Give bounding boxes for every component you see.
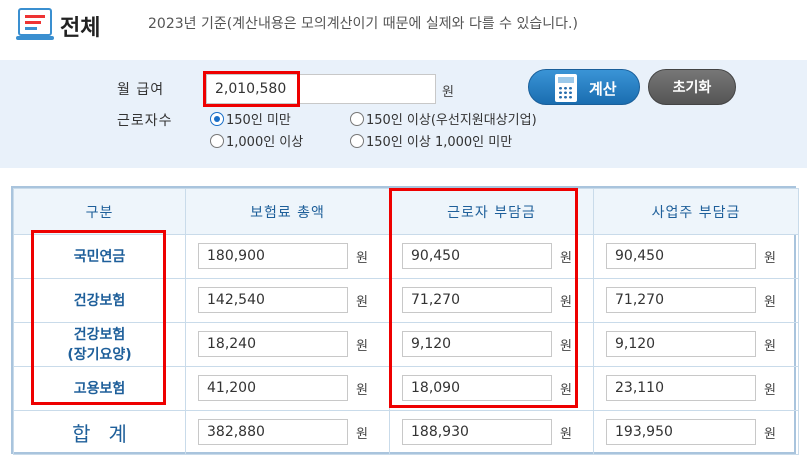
header-employee: 근로자 부담금 (389, 188, 594, 235)
won-unit: 원 (560, 295, 572, 310)
won-unit: 원 (764, 295, 776, 310)
employee-field[interactable] (402, 375, 552, 401)
total-field[interactable] (198, 375, 348, 401)
header-total: 보험료 총액 (185, 188, 390, 235)
sum-label: 합계 (13, 410, 186, 455)
radio-label: 150인 미만 (226, 113, 291, 128)
radio-under-150[interactable]: 150인 미만 (210, 109, 291, 128)
radio-label: 150인 이상(우선지원대상기업) (366, 113, 537, 128)
total-field[interactable] (198, 331, 348, 357)
won-unit: 원 (356, 427, 368, 442)
employee-field[interactable] (402, 243, 552, 269)
won-unit: 원 (560, 339, 572, 354)
total-field[interactable] (198, 287, 348, 313)
won-unit: 원 (764, 339, 776, 354)
sum-row: 합계 원 원 원 (13, 410, 799, 455)
table-row: 건강보험(장기요양) 원 원 원 (13, 322, 799, 367)
calculate-button[interactable]: 계산 (528, 69, 640, 105)
total-field[interactable] (198, 243, 348, 269)
calculate-button-label: 계산 (589, 81, 617, 98)
won-unit: 원 (356, 339, 368, 354)
table-header-row: 구분 보험료 총액 근로자 부담금 사업주 부담금 (13, 188, 799, 235)
employee-field[interactable] (402, 331, 552, 357)
header-employer: 사업주 부담금 (593, 188, 799, 235)
won-unit: 원 (356, 251, 368, 266)
table-row: 건강보험 원 원 원 (13, 278, 799, 323)
salary-won-unit: 원 (442, 85, 454, 100)
page-title: 전체 (60, 16, 101, 41)
table-row: 고용보험 원 원 원 (13, 366, 799, 411)
won-unit: 원 (560, 251, 572, 266)
calculator-icon (555, 74, 577, 102)
row-category: 고용보험 (13, 366, 186, 411)
employer-field[interactable] (606, 243, 756, 269)
employee-field[interactable] (402, 287, 552, 313)
radio-over-150-priority[interactable]: 150인 이상(우선지원대상기업) (350, 109, 537, 128)
header-bar: 전체 2023년 기준(계산내용은 모의계산이기 때문에 실제와 다를 수 있습… (0, 0, 807, 50)
row-category: 국민연금 (13, 234, 186, 279)
radio-over-1000[interactable]: 1,000인 이상 (210, 131, 303, 150)
result-table: 구분 보험료 총액 근로자 부담금 사업주 부담금 국민연금 원 원 원 건강보… (11, 186, 799, 455)
table-row: 국민연금 원 원 원 (13, 234, 799, 279)
employer-field[interactable] (606, 331, 756, 357)
won-unit: 원 (764, 251, 776, 266)
won-unit: 원 (560, 427, 572, 442)
sum-total-field[interactable] (198, 419, 348, 445)
radio-label: 1,000인 이상 (226, 135, 304, 150)
row-category: 건강보험 (13, 278, 186, 323)
won-unit: 원 (560, 383, 572, 398)
radio-unselected-icon (350, 111, 364, 126)
sum-employer-field[interactable] (606, 419, 756, 445)
radio-unselected-icon (210, 133, 224, 148)
radio-150-to-1000[interactable]: 150인 이상 1,000인 미만 (350, 131, 512, 150)
won-unit: 원 (356, 295, 368, 310)
workers-label: 근로자수 (117, 113, 173, 129)
won-unit: 원 (764, 427, 776, 442)
salary-label: 월 급여 (117, 82, 165, 98)
document-list-icon (16, 8, 54, 40)
radio-unselected-icon (350, 133, 364, 148)
salary-input[interactable] (206, 74, 436, 104)
sum-employee-field[interactable] (402, 419, 552, 445)
won-unit: 원 (356, 383, 368, 398)
row-category: 건강보험 (장기요양) (13, 322, 186, 367)
header-category: 구분 (13, 188, 186, 235)
radio-selected-icon (210, 111, 224, 126)
radio-label: 150인 이상 1,000인 미만 (366, 135, 513, 150)
won-unit: 원 (764, 383, 776, 398)
reset-button[interactable]: 초기화 (648, 69, 736, 105)
notice-text: 2023년 기준(계산내용은 모의계산이기 때문에 실제와 다를 수 있습니다.… (148, 16, 578, 32)
employer-field[interactable] (606, 287, 756, 313)
employer-field[interactable] (606, 375, 756, 401)
